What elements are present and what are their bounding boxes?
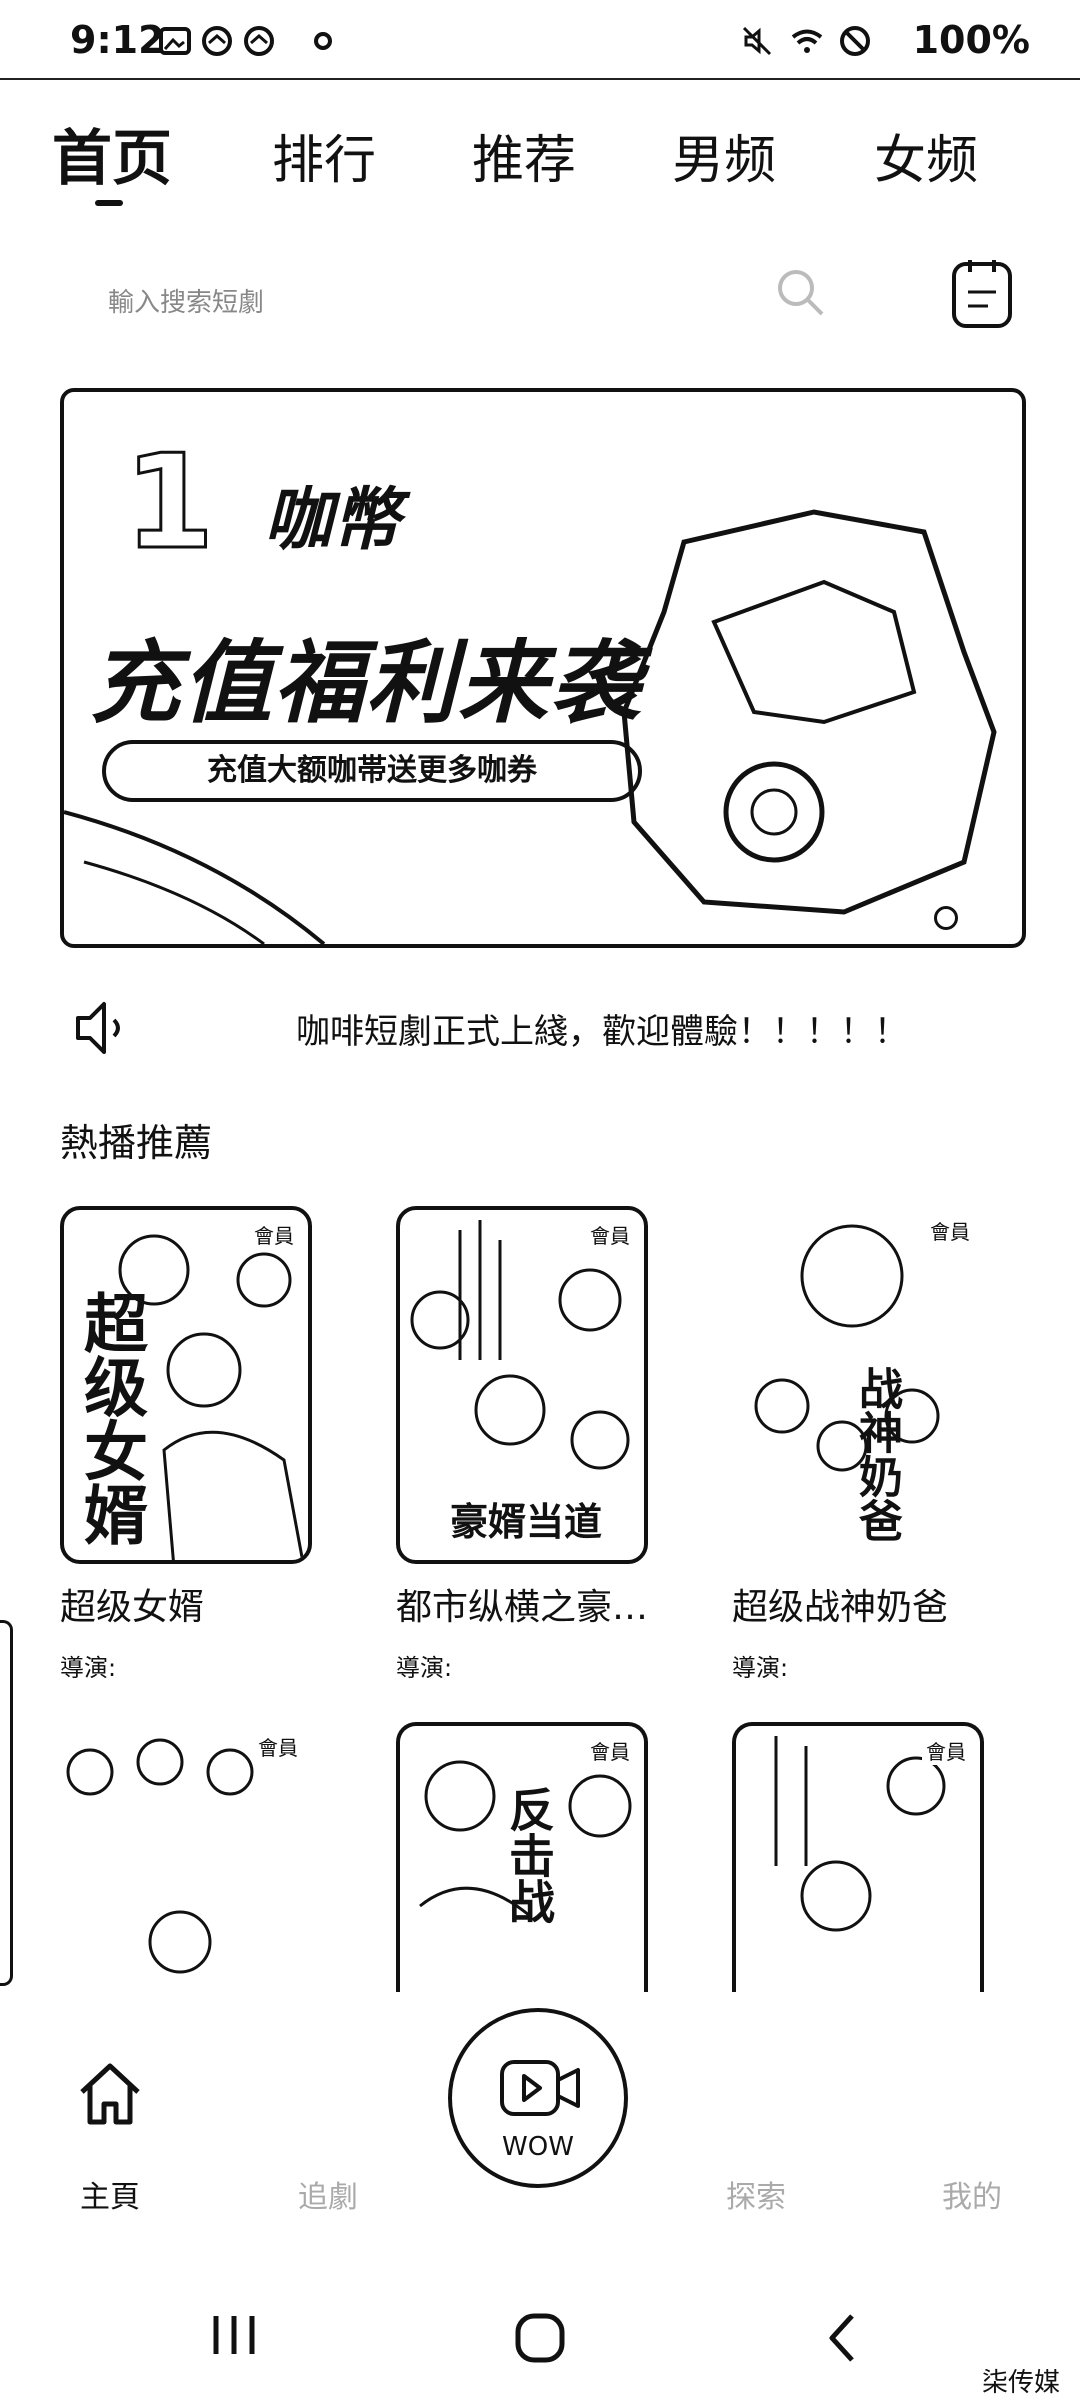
poster-caption: 豪婿当道 xyxy=(410,1491,642,1546)
search-input[interactable]: 輸入搜索短劇 xyxy=(108,282,264,319)
poster-art xyxy=(66,1738,254,1974)
vip-badge: 會員 xyxy=(922,1736,970,1765)
vip-badge: 會員 xyxy=(250,1220,298,1249)
vip-badge: 會員 xyxy=(586,1736,634,1765)
vip-badge: 會員 xyxy=(254,1732,302,1761)
drama-card[interactable]: 會員 反击战 xyxy=(396,1722,648,1992)
mute-icon xyxy=(742,26,772,56)
watermark-text: 柒传媒 xyxy=(981,2368,1060,2398)
recent-apps-icon[interactable] xyxy=(204,2310,264,2360)
nav-discover-label[interactable]: 探索 xyxy=(696,2172,816,2216)
drama-poster[interactable]: 會員 豪婿当道 xyxy=(396,1206,648,1564)
vip-badge: 會員 xyxy=(586,1220,634,1249)
director-label: 導演: xyxy=(732,1654,789,1682)
drama-poster[interactable]: 會員 xyxy=(60,1722,312,1992)
drama-card[interactable]: 會員 xyxy=(60,1722,312,1992)
drama-card[interactable]: 會員 豪婿当道 都市纵横之豪… 導演: xyxy=(396,1206,648,1683)
announcement-text: 咖啡短劇正式上綫，歡迎體驗！！！！！ xyxy=(296,1012,908,1052)
drama-poster[interactable]: 會員 超级女婿 xyxy=(60,1206,312,1564)
section-title: 熱播推薦 xyxy=(60,1121,213,1165)
drama-card[interactable]: 會員 战神奶爸 超级战神奶爸 導演: xyxy=(732,1206,984,1683)
status-bar: 9:12 100% xyxy=(0,0,1080,80)
poster-art xyxy=(774,1736,946,1932)
search-icon[interactable] xyxy=(770,262,830,322)
drama-title[interactable]: 超级女婿 xyxy=(60,1578,312,1630)
poster-title: 超级女婿 xyxy=(73,1290,147,1546)
tab-male[interactable]: 男频 xyxy=(672,118,776,193)
svg-text:1: 1 xyxy=(124,426,214,578)
poster-title: 反击战 xyxy=(502,1786,556,1924)
drama-title[interactable]: 都市纵横之豪… xyxy=(396,1578,648,1630)
wifi-icon xyxy=(791,29,823,53)
drama-card[interactable]: 會員 xyxy=(732,1722,984,1992)
status-time: 9:12 xyxy=(70,18,165,62)
home-icon[interactable] xyxy=(74,2058,146,2130)
wow-label: WOW xyxy=(502,2132,574,2162)
app-notification-icon-2 xyxy=(244,26,274,56)
image-notification-icon xyxy=(159,27,191,55)
banner-page-indicator xyxy=(934,906,958,930)
drama-poster[interactable]: 會員 战神奶爸 xyxy=(732,1206,984,1564)
drama-title[interactable]: 超级战神奶爸 xyxy=(732,1578,984,1630)
tab-female[interactable]: 女频 xyxy=(874,118,978,193)
nav-home-label[interactable]: 主頁 xyxy=(50,2172,170,2216)
nav-follow-label[interactable]: 追劇 xyxy=(268,2172,388,2216)
app-notification-icon xyxy=(202,26,232,56)
director-label: 導演: xyxy=(60,1654,117,1682)
vip-badge: 會員 xyxy=(926,1216,974,1245)
wow-video-button[interactable]: WOW xyxy=(448,2008,628,2188)
dot-icon xyxy=(314,32,332,50)
banner-coin-text: 咖幣 xyxy=(264,481,401,560)
history-icon[interactable] xyxy=(948,256,1018,332)
battery-level: 100% xyxy=(912,18,1030,62)
video-play-icon xyxy=(500,2060,580,2116)
nav-mine-label[interactable]: 我的 xyxy=(912,2172,1032,2216)
back-icon[interactable] xyxy=(820,2310,864,2366)
tab-recommend[interactable]: 推荐 xyxy=(472,118,576,193)
banner-pill: 充值大额咖帯送更多咖券 xyxy=(102,740,642,802)
tab-home[interactable]: 首页 xyxy=(52,110,172,197)
drama-poster[interactable]: 會員 xyxy=(732,1722,984,1992)
active-tab-indicator xyxy=(95,200,123,206)
tab-ranking[interactable]: 排行 xyxy=(272,118,376,193)
home-button-icon[interactable] xyxy=(510,2310,570,2366)
do-not-disturb-icon xyxy=(840,26,870,56)
poster-title: 战神奶爸 xyxy=(851,1366,902,1542)
director-label: 導演: xyxy=(396,1654,453,1682)
drama-poster[interactable]: 會員 反击战 xyxy=(396,1722,648,1992)
speaker-icon xyxy=(76,1002,120,1054)
edge-panel-handle[interactable] xyxy=(0,1620,13,1986)
drama-card[interactable]: 會員 超级女婿 超级女婿 導演: xyxy=(60,1206,312,1683)
banner-headline: 充值福利来袭 xyxy=(90,631,642,736)
promo-banner[interactable]: 1 咖幣 充值福利来袭 充值大额咖帯送更多咖券 xyxy=(60,388,1026,948)
